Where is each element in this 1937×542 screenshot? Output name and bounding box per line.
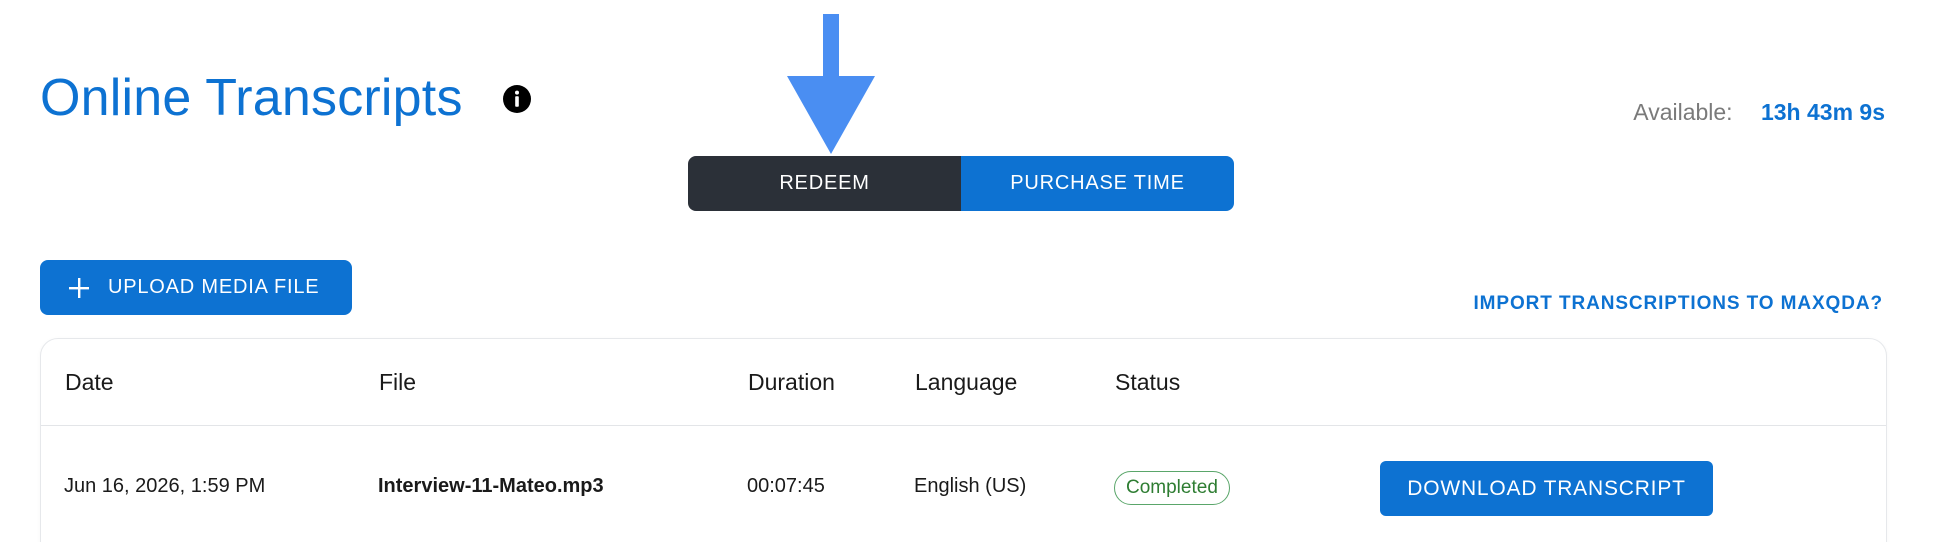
column-header-file[interactable]: File [379, 369, 416, 396]
column-header-status[interactable]: Status [1115, 369, 1180, 396]
column-header-date[interactable]: Date [65, 369, 114, 396]
upload-media-file-button[interactable]: UPLOAD MEDIA FILE [40, 260, 352, 315]
row-file-name: Interview-11-Mateo.mp3 [378, 475, 604, 497]
row-language: English (US) [914, 475, 1027, 497]
import-to-maxqda-link[interactable]: IMPORT TRANSCRIPTIONS TO MAXQDA? [1473, 293, 1883, 315]
info-icon[interactable] [502, 84, 532, 114]
row-date: Jun 16, 2026, 1:59 PM [64, 475, 266, 497]
online-transcripts-page: Online Transcripts Available: 13h 43m 9s… [0, 0, 1937, 542]
purchase-time-button[interactable]: PURCHASE TIME [961, 156, 1234, 211]
column-header-duration[interactable]: Duration [748, 369, 835, 396]
page-title: Online Transcripts [40, 69, 463, 127]
time-actions-group: REDEEM PURCHASE TIME [688, 156, 1234, 211]
status-badge: Completed [1114, 471, 1230, 505]
table-header: Date File Duration Language Status [41, 339, 1886, 426]
available-time: Available: 13h 43m 9s [1633, 97, 1885, 127]
column-header-language[interactable]: Language [915, 369, 1017, 396]
upload-media-file-label: UPLOAD MEDIA FILE [108, 276, 320, 298]
plus-icon [69, 277, 89, 298]
download-transcript-button[interactable]: DOWNLOAD TRANSCRIPT [1380, 461, 1713, 516]
available-label: Available: [1633, 99, 1733, 125]
available-value: 13h 43m 9s [1760, 99, 1885, 125]
redeem-button[interactable]: REDEEM [688, 156, 961, 211]
row-duration: 00:07:45 [747, 475, 825, 497]
annotation-arrow-icon [787, 14, 875, 154]
